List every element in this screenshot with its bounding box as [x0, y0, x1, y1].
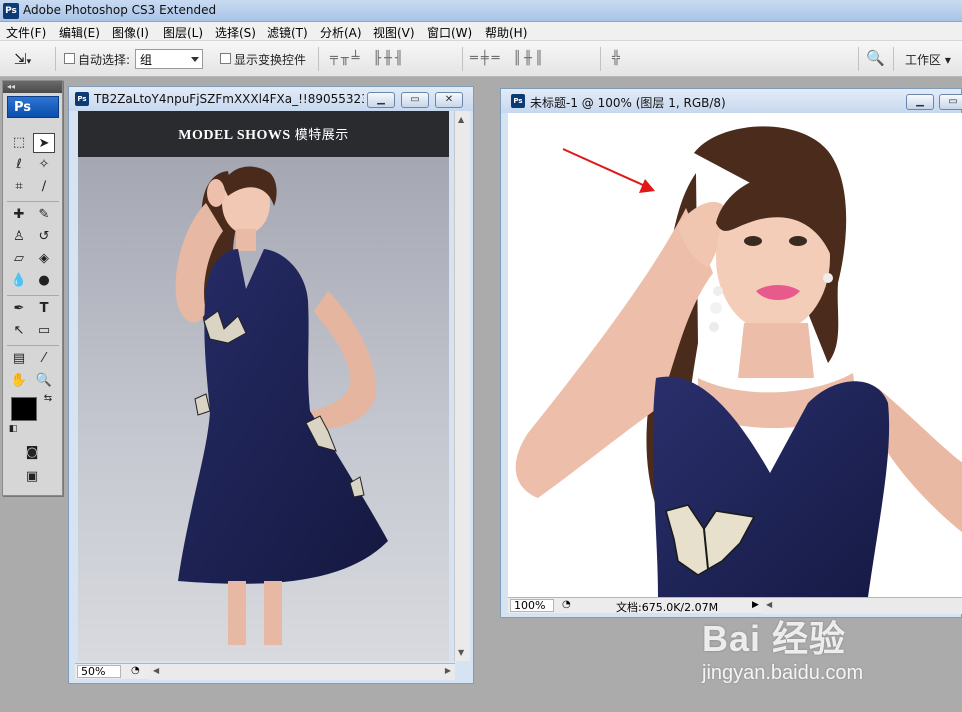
doc1-image [78, 111, 449, 661]
menu-window[interactable]: 窗口(W) [427, 24, 472, 41]
baidu-watermark: Bai 经验 jingyan.baidu.com [702, 610, 912, 690]
brush-tool-icon[interactable]: ✎ [33, 205, 55, 225]
swap-colors-icon[interactable]: ⇆ [41, 389, 55, 409]
doc1-header-cn: 模特展示 [294, 128, 349, 143]
menu-analysis[interactable]: 分析(A) [320, 24, 362, 41]
menu-image[interactable]: 图像(I) [112, 24, 149, 41]
doc1-title: TB2ZaLtoY4npuFjSZFmXXXl4FXa_!!89055323..… [94, 92, 364, 106]
clone-stamp-tool-icon[interactable]: ♙ [8, 227, 30, 247]
menu-layer[interactable]: 图层(L) [163, 24, 203, 41]
magic-wand-tool-icon[interactable]: ✧ [33, 155, 55, 175]
auto-select-dropdown[interactable]: 组 [135, 49, 203, 69]
doc1-canvas[interactable]: MODEL SHOWS 模特展示 [78, 111, 449, 661]
notes-tool-icon[interactable]: ▤ [8, 349, 30, 369]
move-tool-preset-icon[interactable]: ⇲▾ [14, 50, 31, 68]
doc1-header-en: MODEL SHOWS [178, 128, 291, 143]
toolbox-grip[interactable]: ◂◂ [3, 81, 62, 93]
lasso-tool-icon[interactable]: ℓ [8, 155, 30, 175]
bridge-icon[interactable]: 🔍 [866, 49, 885, 67]
crop-tool-icon[interactable]: ⌗ [8, 177, 30, 197]
menu-edit[interactable]: 编辑(E) [59, 24, 100, 41]
doc2-ps-icon: Ps [511, 94, 525, 108]
move-tool-icon[interactable]: ➤ [33, 133, 55, 153]
doc1-header: MODEL SHOWS 模特展示 [78, 124, 449, 144]
path-selection-tool-icon[interactable]: ↖ [8, 321, 30, 341]
doc2-titlebar[interactable]: Ps 未标题-1 @ 100% (图层 1, RGB/8) ▁ ▭ [501, 89, 962, 113]
workspace-button[interactable]: 工作区 ▾ [905, 51, 951, 68]
doc2-status-menu-icon[interactable]: ◔ [562, 599, 571, 610]
doc1-maximize-button[interactable]: ▭ [401, 92, 429, 108]
doc1-close-button[interactable]: ✕ [435, 92, 463, 108]
align-buttons-icon[interactable]: ╤╥╧ ╟╫╢ [330, 51, 406, 67]
marquee-tool-icon[interactable]: ⬚ [8, 133, 30, 153]
shape-tool-icon[interactable]: ▭ [33, 321, 55, 341]
dodge-tool-icon[interactable]: ● [33, 271, 55, 291]
doc2-image [508, 113, 962, 597]
auto-select-checkbox[interactable] [64, 53, 75, 64]
scroll-right-icon[interactable]: ▶ [445, 666, 451, 675]
doc1-minimize-button[interactable]: ▁ [367, 92, 395, 108]
show-transform-checkbox[interactable] [220, 53, 231, 64]
scroll-left-icon[interactable]: ◀ [153, 666, 159, 675]
type-tool-icon[interactable]: T [33, 299, 55, 319]
doc1-ps-icon: Ps [75, 92, 89, 106]
eraser-tool-icon[interactable]: ▱ [8, 249, 30, 269]
doc1-zoom-field[interactable]: 50% [77, 665, 121, 678]
distribute-buttons-icon[interactable]: ═╪═ ║╫║ [470, 51, 546, 67]
app-title-bar: Ps Adobe Photoshop CS3 Extended [0, 0, 962, 22]
auto-select-label: 自动选择: [78, 53, 131, 67]
options-bar: ⇲▾ 自动选择: 组 显示变换控件 ╤╥╧ ╟╫╢ ═╪═ ║╫║ ╬ 🔍 工作… [0, 41, 962, 77]
toolbox-logo: Ps [7, 96, 59, 118]
blur-tool-icon[interactable]: 💧 [8, 271, 30, 291]
hand-tool-icon[interactable]: ✋ [8, 371, 30, 391]
auto-align-icon[interactable]: ╬ [612, 51, 623, 67]
zoom-tool-icon[interactable]: 🔍 [33, 371, 55, 391]
document-window-2: Ps 未标题-1 @ 100% (图层 1, RGB/8) ▁ ▭ 100% ◔… [500, 88, 962, 618]
scroll-left-icon[interactable]: ◀ [766, 600, 772, 609]
quick-mask-icon[interactable]: ◙ [21, 443, 43, 463]
show-transform-label: 显示变换控件 [234, 53, 307, 67]
doc2-minimize-button[interactable]: ▁ [906, 94, 934, 110]
menu-view[interactable]: 视图(V) [373, 24, 415, 41]
pen-tool-icon[interactable]: ✒ [8, 299, 30, 319]
menu-help[interactable]: 帮助(H) [485, 24, 527, 41]
history-brush-tool-icon[interactable]: ↺ [33, 227, 55, 247]
doc1-horizontal-scrollbar[interactable]: ◀ ▶ [149, 664, 455, 680]
toolbox-panel: ◂◂ Ps ⬚ ➤ ℓ ✧ ⌗ ∕ ✚ ✎ ♙ ↺ ▱ ◈ 💧 ● ✒ T ↖ … [2, 80, 63, 496]
menu-file[interactable]: 文件(F) [6, 24, 46, 41]
doc1-vertical-scrollbar[interactable]: ▲ ▼ [454, 111, 470, 661]
doc2-maximize-button[interactable]: ▭ [939, 94, 962, 110]
foreground-color-swatch[interactable] [11, 397, 37, 421]
menu-select[interactable]: 选择(S) [215, 24, 256, 41]
paint-bucket-tool-icon[interactable]: ◈ [33, 249, 55, 269]
eyedropper-tool-icon[interactable]: ⁄ [33, 349, 55, 369]
doc2-info-arrow-icon[interactable]: ▶ [752, 600, 759, 610]
watermark-brand: Bai 经验 [702, 618, 847, 659]
default-colors-icon[interactable]: ◧ [7, 419, 19, 439]
scroll-up-icon[interactable]: ▲ [458, 115, 464, 124]
doc1-titlebar[interactable]: Ps TB2ZaLtoY4npuFjSZFmXXXl4FXa_!!8905532… [69, 87, 473, 111]
watermark-site: jingyan.baidu.com [702, 662, 864, 684]
doc2-title: 未标题-1 @ 100% (图层 1, RGB/8) [530, 96, 726, 110]
menu-bar: 文件(F) 编辑(E) 图像(I) 图层(L) 选择(S) 滤镜(T) 分析(A… [0, 22, 962, 41]
slice-tool-icon[interactable]: ∕ [33, 177, 55, 197]
doc1-status-menu-icon[interactable]: ◔ [131, 665, 140, 676]
chevron-down-icon [191, 57, 199, 62]
doc1-status-bar: 50% ◔ ◀ ▶ [75, 663, 455, 680]
doc2-canvas[interactable] [508, 113, 962, 597]
scroll-down-icon[interactable]: ▼ [458, 648, 464, 657]
doc2-zoom-field[interactable]: 100% [510, 599, 554, 612]
document-window-1: Ps TB2ZaLtoY4npuFjSZFmXXXl4FXa_!!8905532… [68, 86, 474, 684]
workspace-label: 工作区 [905, 53, 942, 67]
photoshop-logo-icon: Ps [3, 3, 19, 19]
menu-filter[interactable]: 滤镜(T) [267, 24, 308, 41]
app-title: Adobe Photoshop CS3 Extended [23, 3, 217, 17]
auto-select-value: 组 [140, 53, 153, 67]
screen-mode-icon[interactable]: ▣ [21, 467, 43, 487]
healing-brush-tool-icon[interactable]: ✚ [8, 205, 30, 225]
